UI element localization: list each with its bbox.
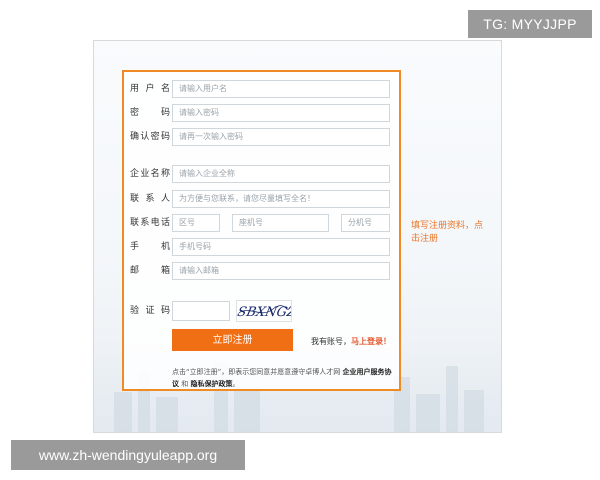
captcha-label: 验证码 [130, 306, 170, 316]
captcha-image[interactable]: SBXNGZ [236, 300, 292, 322]
top-watermark-badge: TG: MYYJJPP [468, 10, 592, 38]
top-watermark-text: TG: MYYJJPP [483, 16, 577, 32]
company-label: 企业名称 [130, 169, 170, 179]
extension-placeholder: 分机号 [348, 218, 372, 227]
extension-input[interactable]: 分机号 [341, 214, 390, 232]
agreement-end: 。 [232, 380, 240, 388]
password-input[interactable]: 请输入密码 [172, 104, 390, 122]
contact-input[interactable]: 为方便与您联系，请您尽量填写全名！ [172, 190, 390, 208]
username-placeholder: 请输入用户名 [179, 84, 227, 93]
contact-label: 联系人 [130, 194, 170, 204]
confirm-password-label: 确认密码 [130, 132, 170, 142]
area-code-placeholder: 区号 [179, 218, 195, 227]
email-input[interactable]: 请输入邮箱 [172, 262, 390, 280]
captcha-input[interactable] [172, 301, 230, 321]
have-account-text: 我有账号， [311, 337, 351, 346]
area-code-input[interactable]: 区号 [172, 214, 220, 232]
email-placeholder: 请输入邮箱 [179, 266, 219, 275]
company-input[interactable]: 请输入企业全称 [172, 165, 390, 183]
bottom-watermark-text: www.zh-wendingyuleapp.org [38, 447, 218, 463]
password-placeholder: 请输入密码 [179, 108, 219, 117]
email-label: 邮 箱 [130, 266, 170, 276]
bottom-watermark-badge: www.zh-wendingyuleapp.org [11, 440, 245, 470]
landline-input[interactable]: 座机号 [232, 214, 329, 232]
register-now-button[interactable]: 立即注册 [172, 329, 293, 351]
confirm-password-input[interactable]: 请再一次输入密码 [172, 128, 390, 146]
phone-label: 联系电话 [130, 218, 170, 228]
confirm-password-placeholder: 请再一次输入密码 [179, 132, 243, 141]
landline-placeholder: 座机号 [239, 218, 263, 227]
privacy-policy-link[interactable]: 隐私保护政策 [190, 380, 232, 388]
password-label: 密 码 [130, 108, 170, 118]
company-placeholder: 请输入企业全称 [179, 169, 235, 178]
mobile-label: 手 机 [130, 242, 170, 252]
existing-account-line: 我有账号，马上登录！ [311, 336, 391, 347]
captcha-squiggle-icon: SBXNGZ [237, 305, 291, 320]
agreement-and: 和 [181, 380, 189, 388]
username-input[interactable]: 请输入用户名 [172, 80, 390, 98]
login-now-link[interactable]: 马上登录！ [351, 337, 391, 346]
username-label: 用户名 [130, 84, 170, 94]
contact-placeholder: 为方便与您联系，请您尽量填写全名！ [179, 194, 315, 203]
agreement-prefix: 点击“立即注册”，即表示您同意并愿意遵守卓博人才网 [172, 368, 341, 376]
side-tip: 填写注册资料，点击注册 [411, 221, 484, 244]
agreement-note: 点击“立即注册”，即表示您同意并愿意遵守卓博人才网 企业用户服务协议 和 隐私保… [172, 366, 392, 390]
mobile-input[interactable]: 手机号码 [172, 238, 390, 256]
mobile-placeholder: 手机号码 [179, 242, 211, 251]
